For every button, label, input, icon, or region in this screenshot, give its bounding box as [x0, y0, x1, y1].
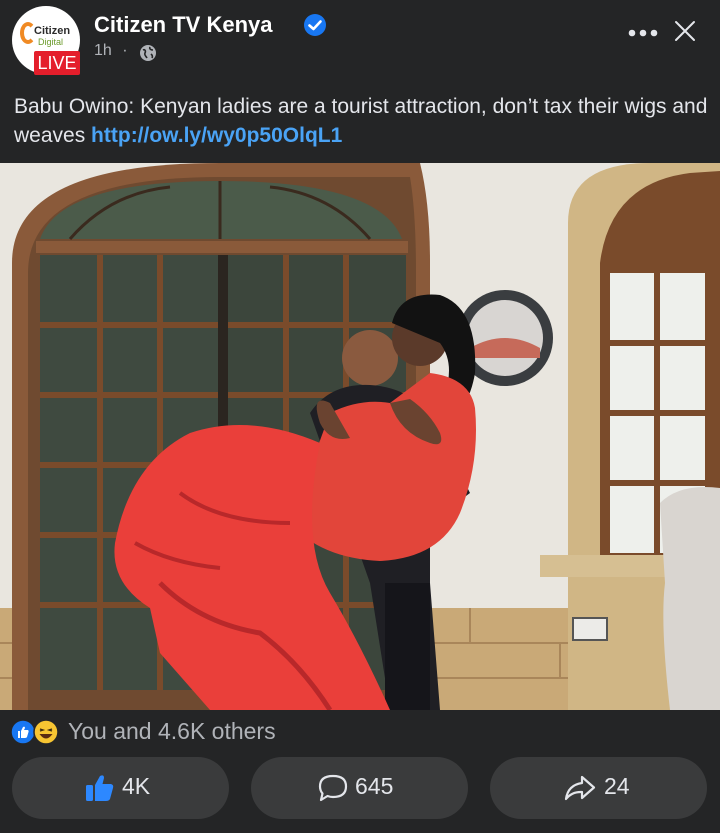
post-photo[interactable]	[0, 163, 720, 710]
comment-icon	[318, 774, 348, 802]
post-header: Citizen Digital LIVE Citizen TV Kenya 1h…	[0, 0, 720, 80]
avatar-logo-subtext: Digital	[38, 37, 64, 47]
post-meta: 1h ·	[94, 42, 128, 60]
share-count: 24	[604, 773, 630, 799]
thumbs-up-icon	[86, 775, 114, 801]
live-badge: LIVE	[34, 51, 80, 75]
avatar-logo-text: Citizen	[34, 25, 71, 37]
like-icon	[10, 719, 36, 745]
globe-icon	[140, 45, 156, 61]
verified-badge-icon	[304, 14, 326, 36]
like-button[interactable]: 4K	[12, 757, 229, 819]
comment-count: 645	[355, 773, 394, 799]
meta-separator: ·	[122, 42, 128, 59]
reactions-row[interactable]: You and 4.6K others	[0, 714, 720, 750]
haha-icon	[33, 719, 59, 745]
share-button[interactable]: 24	[490, 757, 707, 819]
post-link[interactable]: http://ow.ly/wy0p50OlqL1	[91, 124, 342, 147]
comment-button[interactable]: 645	[251, 757, 468, 819]
post-time[interactable]: 1h	[94, 42, 112, 59]
page-name[interactable]: Citizen TV Kenya	[94, 12, 272, 38]
more-options-icon[interactable]	[628, 29, 658, 37]
close-icon[interactable]	[674, 20, 696, 42]
reaction-icons	[10, 719, 59, 745]
post-text: Babu Owino: Kenyan ladies are a tourist …	[14, 92, 710, 150]
reaction-summary[interactable]: You and 4.6K others	[68, 718, 276, 745]
like-count: 4K	[122, 773, 151, 799]
share-icon	[564, 775, 596, 801]
